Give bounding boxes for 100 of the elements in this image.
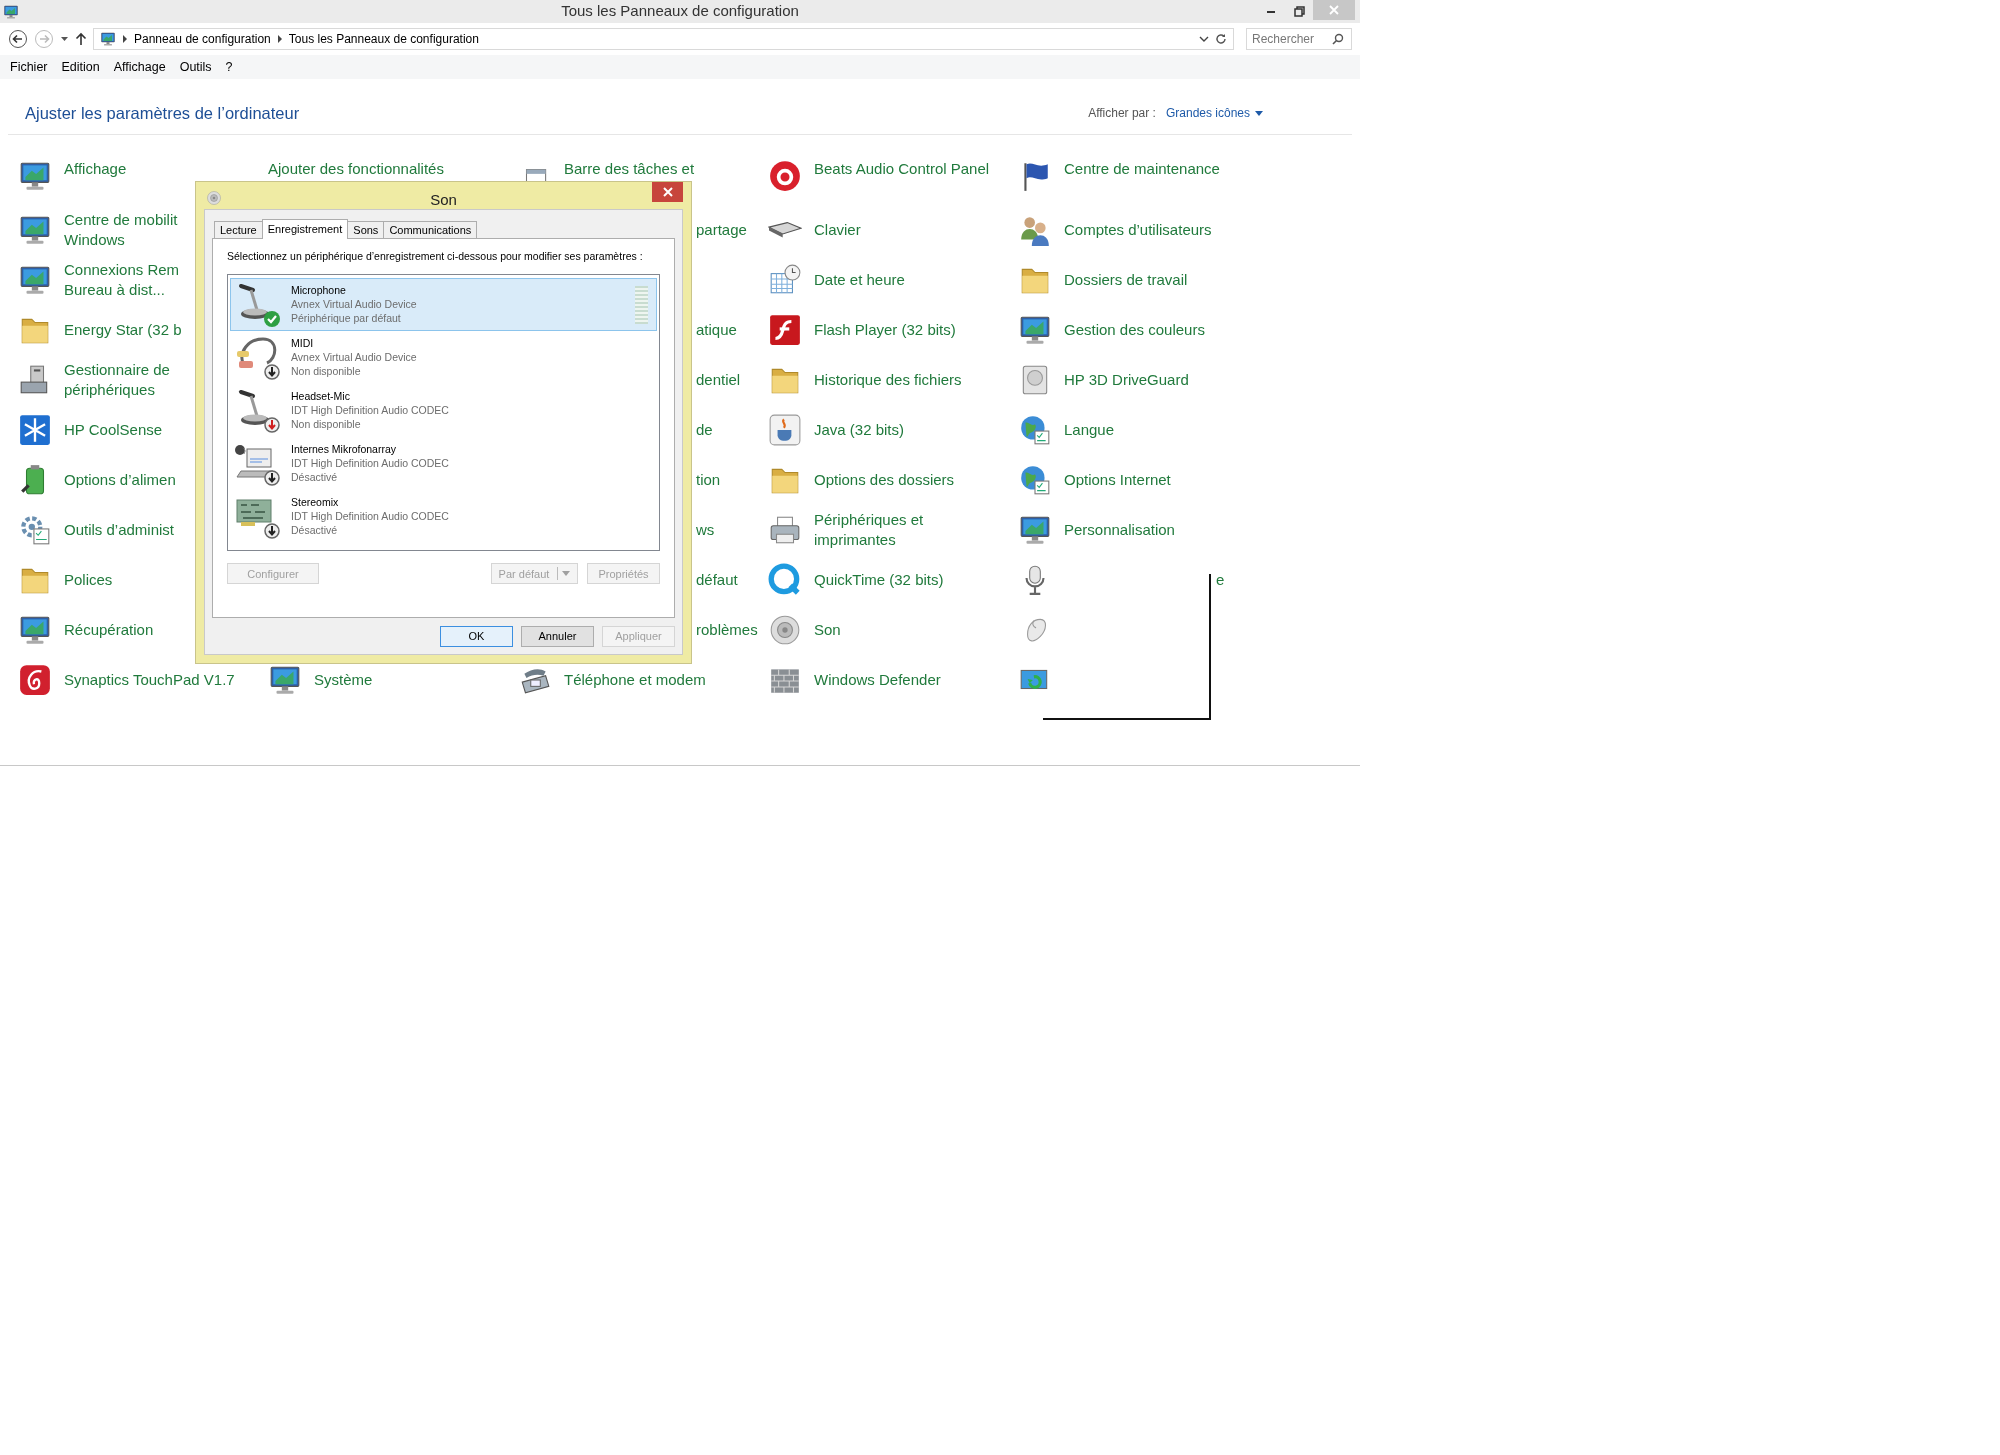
control-panel-link[interactable]: Ajouter des fonctionnalités	[268, 158, 444, 179]
device-driver: IDT High Definition Audio CODEC	[291, 404, 449, 418]
tab[interactable]: Enregistrement	[261, 218, 349, 239]
close-button[interactable]	[652, 181, 683, 202]
caret-icon	[60, 36, 69, 42]
search-icon	[1332, 33, 1344, 45]
control-panel-link[interactable]: Windows Defender	[814, 670, 941, 690]
device-row[interactable]: Stereomix IDT High Definition Audio CODEC Désactivé	[230, 490, 657, 544]
control-panel-link[interactable]: défaut	[696, 568, 738, 591]
control-panel-link[interactable]: Gestion des couleurs	[1064, 320, 1205, 340]
control-panel-link[interactable]: Gestionnaire de périphériques	[64, 360, 170, 400]
control-panel-link[interactable]: Date et heure	[814, 270, 905, 290]
control-panel-link[interactable]: Téléphone et modem	[564, 670, 706, 690]
control-panel-link[interactable]: Clavier	[814, 220, 861, 240]
control-panel-link[interactable]: Langue	[1064, 420, 1115, 440]
view-dropdown[interactable]: Grandes icônes	[1165, 104, 1263, 123]
monitor-icon	[100, 31, 116, 47]
menu-item[interactable]: ?	[219, 55, 239, 79]
caret-icon	[562, 571, 571, 577]
control-panel-link[interactable]: roblèmes	[696, 618, 758, 641]
device-row[interactable]: Microphone Avnex Virtual Audio Device Périphérique par défaut	[230, 278, 657, 332]
close-icon	[1329, 5, 1339, 15]
control-panel-link[interactable]: Connexions Rem Bureau à dist...	[64, 260, 180, 300]
control-panel-link[interactable]: Son	[814, 620, 841, 640]
forward-icon	[34, 29, 54, 49]
device-name: Headset-Mic	[291, 390, 351, 405]
control-panel-link[interactable]: Polices	[64, 570, 113, 590]
control-panel-link[interactable]: Flash Player (32 bits)	[814, 320, 956, 340]
device-driver: Avnex Virtual Audio Device	[291, 351, 417, 365]
view-by-label: Afficher par :	[1088, 105, 1156, 123]
address-bar[interactable]: Panneau de configuration Tous les Panneaux de configuration	[93, 28, 1234, 50]
control-panel-link[interactable]: dentiel	[696, 368, 741, 391]
control-panel-link[interactable]: QuickTime (32 bits)	[814, 570, 944, 590]
back-button[interactable]	[8, 29, 28, 49]
close-icon	[662, 186, 673, 197]
dialog-title: Son	[430, 190, 457, 208]
control-panel-link[interactable]: Centre de mobilit Windows	[64, 210, 178, 250]
menu-item[interactable]: Affichage	[107, 55, 172, 79]
menu-item[interactable]: Fichier	[4, 55, 54, 79]
control-panel-link[interactable]: Dossiers de travail	[1064, 270, 1188, 290]
menu-item[interactable]: Outils	[173, 55, 218, 79]
tab[interactable]: Communications	[383, 220, 478, 238]
dialog-button[interactable]: Annuler	[521, 625, 594, 647]
control-panel-link[interactable]: Récupération	[64, 620, 154, 640]
keyboard-icon	[768, 221, 802, 238]
control-panel-link[interactable]: Synaptics TouchPad V1.7	[64, 670, 235, 690]
dialog-button[interactable]: OK	[440, 625, 513, 647]
instruction-text: Sélectionnez un périphérique d’enregistrement ci-dessous pour modifier ses paramètres :	[227, 249, 644, 264]
search-box[interactable]: Rechercher	[1246, 28, 1352, 50]
control-panel-link[interactable]: tion	[696, 468, 721, 491]
tab[interactable]: Lecture	[214, 220, 263, 238]
device-status: Périphérique par défaut	[291, 311, 402, 326]
control-panel-link[interactable]: ws	[696, 518, 715, 541]
monitor-icon	[3, 3, 19, 20]
device-driver: Avnex Virtual Audio Device	[291, 298, 417, 312]
up-arrow-icon	[75, 32, 87, 46]
control-panel-link[interactable]: Périphériques et imprimantes	[814, 510, 924, 550]
circle-logo-icon	[768, 562, 802, 597]
app-logo-icon	[768, 312, 802, 347]
control-panel-link[interactable]: de	[696, 418, 713, 441]
control-panel-link[interactable]: HP 3D DriveGuard	[1064, 370, 1189, 390]
device-driver: IDT High Definition Audio CODEC	[291, 510, 449, 524]
device-row[interactable]: MIDI Avnex Virtual Audio Device Non disponible	[230, 331, 657, 385]
device-row[interactable]: Headset-Mic IDT High Definition Audio CODEC Non disponible	[230, 384, 657, 438]
device-status: Non disponible	[291, 364, 362, 379]
chevron-down-icon	[1199, 35, 1209, 43]
restore-icon	[1293, 6, 1305, 17]
control-panel-link[interactable]: Centre de maintenance	[1064, 158, 1220, 179]
control-panel-link[interactable]: Outils d’administ	[64, 520, 175, 540]
device-row[interactable]: Internes Mikrofonarray IDT High Definition Audio CODEC Désactivé	[230, 437, 657, 491]
device-driver: IDT High Definition Audio CODEC	[291, 457, 449, 471]
device-name: Stereomix	[291, 496, 340, 511]
control-panel-link[interactable]: HP CoolSense	[64, 420, 163, 440]
menu-item[interactable]: Edition	[55, 55, 106, 79]
breadcrumb-link[interactable]: Panneau de configuration	[134, 30, 271, 48]
chevron-icon	[122, 35, 128, 43]
control-panel-link[interactable]: Historique des fichiers	[814, 370, 962, 390]
control-panel-link[interactable]: e	[1216, 568, 1225, 591]
control-panel-link[interactable]: Personnalisation	[1064, 520, 1175, 540]
device-name: MIDI	[291, 337, 315, 352]
control-panel-link[interactable]: Options Internet	[1064, 470, 1171, 490]
control-panel-link[interactable]: Options d’alimen	[64, 470, 176, 490]
control-panel-link[interactable]: Affichage	[64, 158, 127, 179]
breadcrumb-link[interactable]: Tous les Panneaux de configuration	[288, 30, 479, 48]
back-icon	[8, 29, 28, 49]
control-panel-link[interactable]: atique	[696, 318, 737, 341]
control-panel-link[interactable]: Energy Star (32 b	[64, 320, 182, 340]
device-name: Microphone	[291, 284, 347, 299]
control-panel-link[interactable]: Options des dossiers	[814, 470, 955, 490]
device-status: Désactivé	[291, 523, 339, 538]
device-status: Non disponible	[291, 417, 362, 432]
control-panel-link[interactable]: Barre des tâches et	[564, 158, 695, 179]
up-button[interactable]	[75, 32, 87, 46]
control-panel-link[interactable]: Comptes d’utilisateurs	[1064, 220, 1212, 240]
refresh-icon	[1215, 33, 1227, 45]
recent-pages-button[interactable]	[60, 36, 69, 42]
control-panel-link[interactable]: Beats Audio Control Panel	[814, 158, 990, 179]
control-panel-link[interactable]: Système	[314, 670, 373, 690]
control-panel-link[interactable]: Java (32 bits)	[814, 420, 905, 440]
control-panel-link[interactable]: partage	[696, 218, 747, 241]
